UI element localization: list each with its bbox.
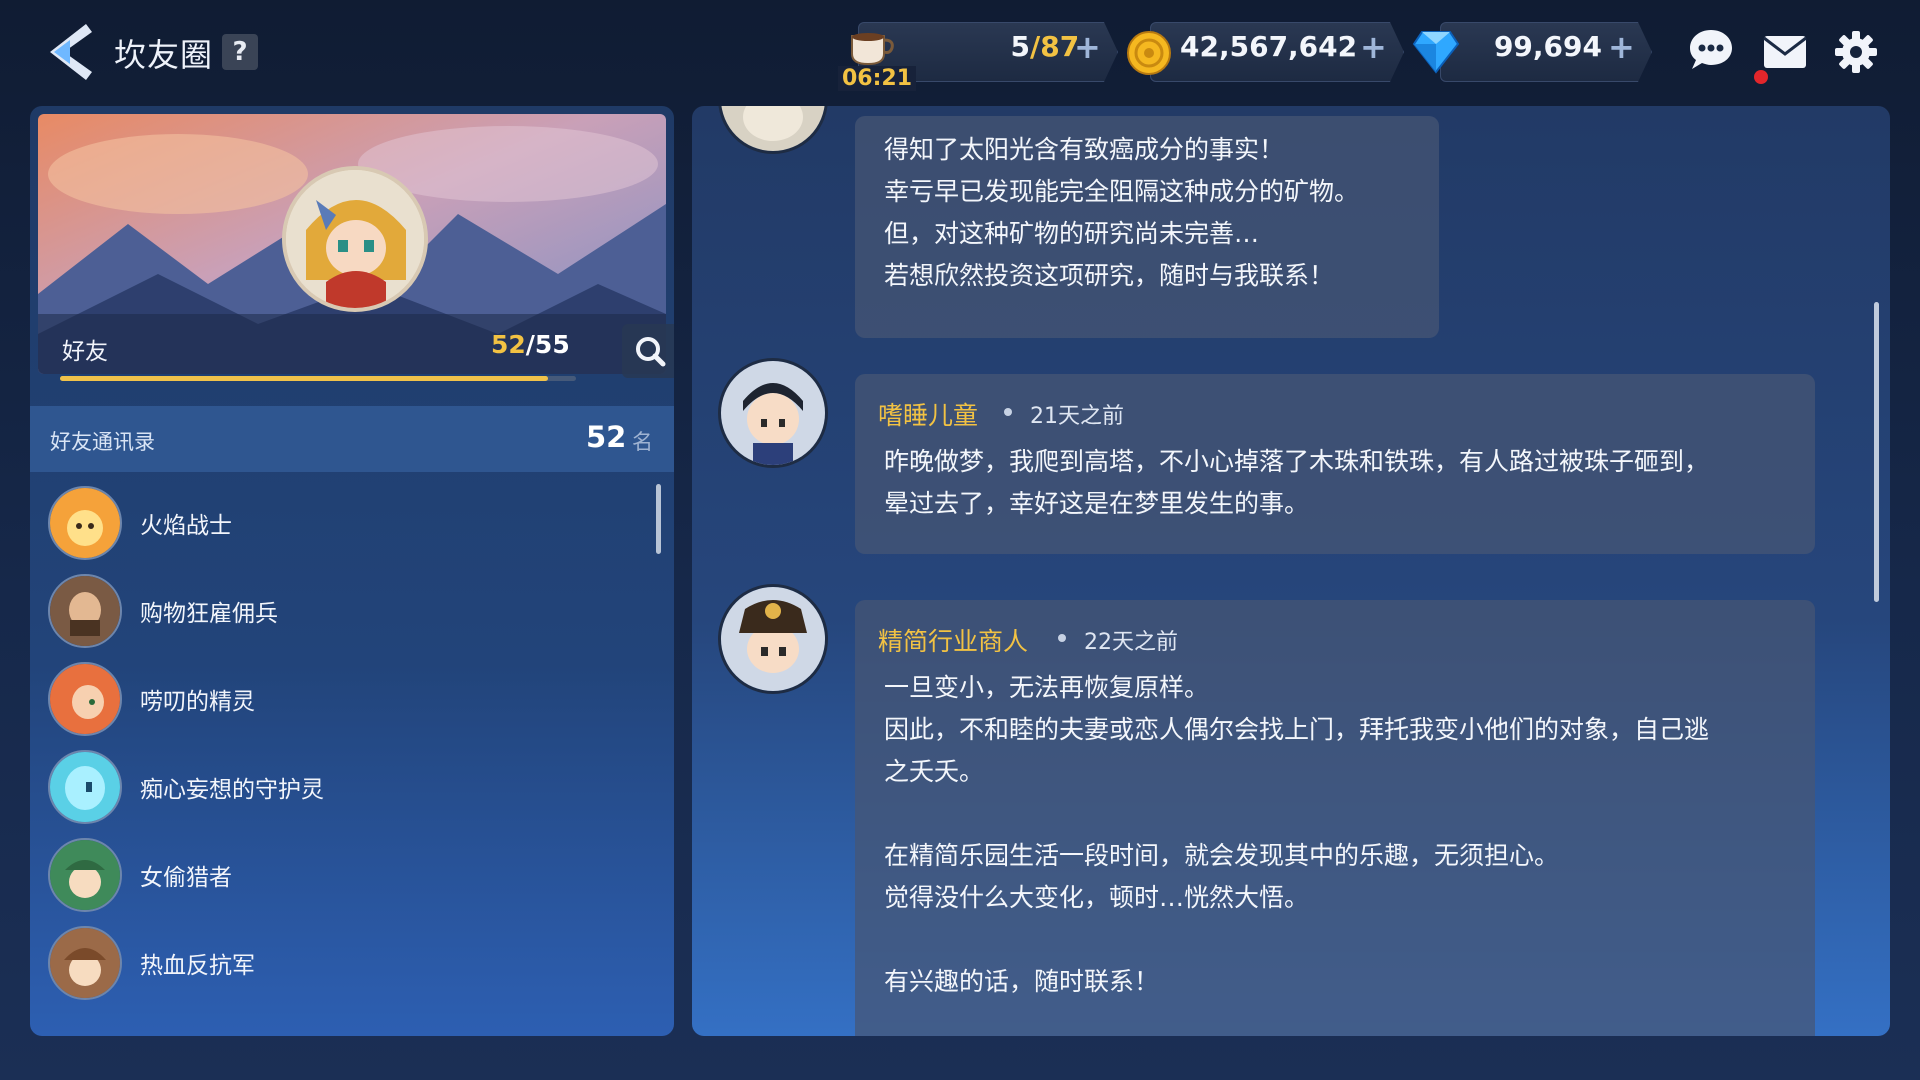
page-title: 坎友圈 (114, 36, 214, 74)
posts-panel: 得知了太阳光含有致癌成分的事实！ 幸亏早已发现能完全阻隔这种成分的矿物。 但，对… (692, 106, 1890, 1036)
help-button[interactable]: ? (222, 34, 258, 70)
post-text-line: 幸亏早已发现能完全阻隔这种成分的矿物。 (884, 177, 1360, 206)
friend-avatar (48, 838, 122, 912)
post-avatar[interactable] (718, 358, 828, 468)
friends-label: 好友 (62, 339, 108, 365)
post-dot (1058, 634, 1066, 642)
back-button[interactable] (40, 20, 100, 84)
post-text-line: 在精简乐园生活一段时间，就会发现其中的乐趣，无须担心。 (884, 841, 1560, 870)
post-text-line: 因此，不和睦的夫妻或恋人偶尔会找上门，拜托我变小他们的对象，自己逃 (884, 715, 1710, 744)
post-dot (1004, 408, 1012, 416)
profile-banner (38, 114, 666, 374)
friend-list-unit: 名 (632, 430, 653, 454)
coffee-cup-icon (851, 33, 894, 66)
blue-diamond-icon (1412, 31, 1460, 74)
mail-notification-dot (1754, 70, 1768, 84)
gold-plus-button[interactable]: + (1360, 28, 1387, 66)
stamina-timer: 06:21 (838, 66, 917, 91)
post-avatar[interactable] (718, 584, 828, 694)
profile-avatar[interactable] (282, 166, 428, 312)
post-author[interactable]: 嗜睡儿童 (878, 396, 978, 432)
friends-progress-fill (60, 376, 548, 381)
friend-item[interactable]: 火焰战士 (30, 482, 650, 570)
stamina-current: 5 (1010, 30, 1030, 63)
friend-avatar (48, 574, 122, 648)
chat-bubble-icon[interactable] (1688, 28, 1734, 72)
friend-avatar (48, 750, 122, 824)
friend-avatar (48, 486, 122, 560)
friend-name: 购物狂雇佣兵 (140, 601, 278, 627)
friend-list[interactable]: 火焰战士 购物狂雇佣兵 唠叨的精灵 痴心妄想的守护灵 女偷猎者 热血反抗军 (30, 476, 674, 1036)
stamina-plus-button[interactable]: + (1074, 28, 1101, 66)
top-bar: 坎友圈 ? 06:21 5 /87 + 42,567,642 + 99,694 … (0, 0, 1920, 108)
friend-item[interactable]: 热血反抗军 (30, 922, 650, 1010)
friend-name: 痴心妄想的守护灵 (140, 777, 324, 803)
friend-item[interactable]: 女偷猎者 (30, 834, 650, 922)
profile-avatar-image (286, 170, 424, 308)
post-text-line: 得知了太阳光含有致癌成分的事实！ (884, 135, 1285, 164)
gold-coin-icon (1127, 31, 1171, 75)
gold-value: 42,567,642 (1180, 30, 1358, 63)
search-friend-button[interactable] (622, 324, 674, 378)
post-text-line: 有兴趣的话，随时联系！ (884, 967, 1160, 996)
post-text-line: 一旦变小，无法再恢复原样。 (884, 673, 1210, 702)
gear-icon[interactable] (1834, 30, 1878, 74)
post-text-line: 之夭夭。 (884, 757, 985, 786)
posts-scrollbar[interactable] (1874, 302, 1879, 602)
friend-item[interactable]: 唠叨的精灵 (30, 658, 650, 746)
friend-list-header: 好友通讯录 52 名 (30, 406, 674, 472)
friend-avatar (48, 662, 122, 736)
friend-name: 火焰战士 (140, 513, 232, 539)
friends-current: 52 (491, 330, 526, 359)
friend-item[interactable]: 购物狂雇佣兵 (30, 570, 650, 658)
stamina-max: /87 (1030, 30, 1080, 63)
friend-avatar (48, 926, 122, 1000)
post-text-line: 但，对这种矿物的研究尚未完善… (884, 219, 1260, 248)
friend-list-scrollbar[interactable] (656, 484, 661, 554)
friend-list-count: 52 (586, 420, 627, 454)
friend-item[interactable]: 痴心妄想的守护灵 (30, 746, 650, 834)
friends-max: /55 (525, 330, 570, 359)
post-author[interactable]: 精简行业商人 (878, 622, 1028, 658)
post-text-line: 晕过去了，幸好这是在梦里发生的事。 (884, 489, 1310, 518)
friends-progress-bar (60, 376, 576, 381)
post-time: 21天之前 (1030, 404, 1124, 429)
friend-name: 女偷猎者 (140, 865, 232, 891)
post-avatar[interactable] (718, 106, 828, 154)
mail-icon[interactable] (1762, 32, 1808, 72)
post-text-line: 昨晚做梦，我爬到高塔，不小心掉落了木珠和铁珠，有人路过被珠子砸到， (884, 447, 1710, 476)
post-text-line: 若想欣然投资这项研究，随时与我联系！ (884, 261, 1335, 290)
gem-plus-button[interactable]: + (1608, 28, 1635, 66)
friend-name: 唠叨的精灵 (140, 689, 255, 715)
friends-count: 52/55 (491, 330, 570, 359)
post-time: 22天之前 (1084, 630, 1178, 655)
friend-name: 热血反抗军 (140, 953, 255, 979)
post-text-line: 觉得没什么大变化，顿时…恍然大悟。 (884, 883, 1310, 912)
search-icon (636, 337, 666, 367)
friends-panel: 好友 52/55 好友通讯录 52 名 火焰战士 购物狂雇佣兵 唠叨的精灵 痴心… (30, 106, 674, 1036)
back-arrow-icon (50, 24, 92, 80)
gem-value: 99,694 (1493, 30, 1602, 63)
friend-list-title: 好友通讯录 (50, 430, 155, 454)
